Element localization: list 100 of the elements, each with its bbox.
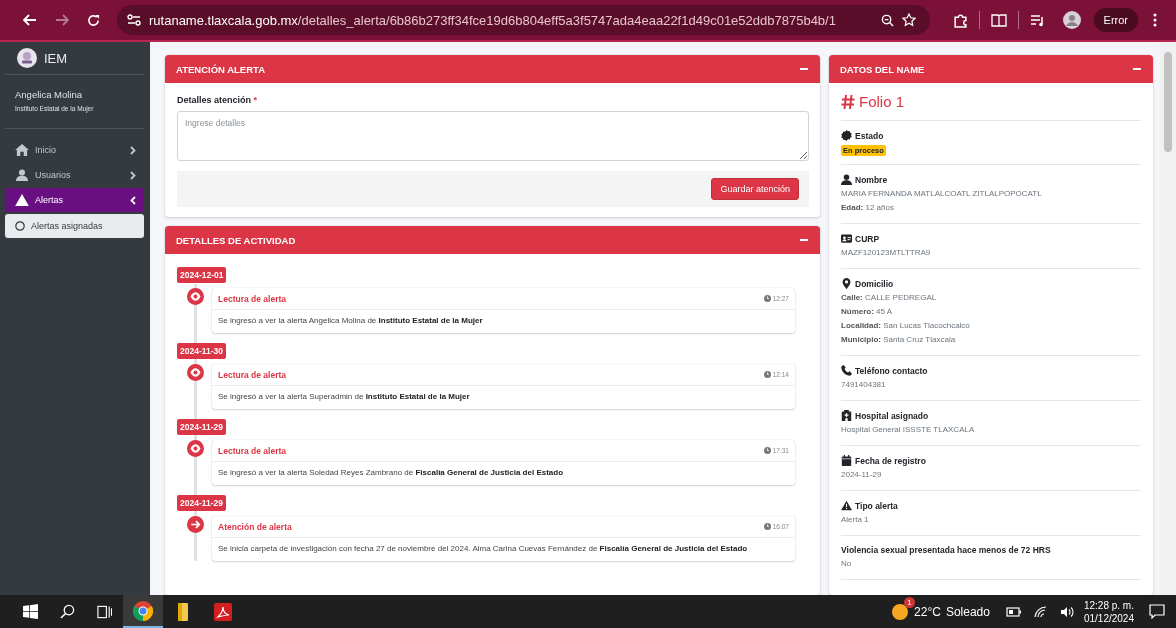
field-value: Número: 45 A [841,306,894,318]
clock-icon [763,447,771,454]
nav-item[interactable]: Usuarios [5,163,144,187]
field-label: Nombre [855,174,888,185]
activity-title: Lectura de alerta [218,293,287,304]
notification-badge: 1 [904,596,916,608]
field-label: Hospital asignado [855,410,929,421]
field-label: Violencia sexual presentada hace menos de 72 HRS [841,545,1051,555]
user-icon [841,174,852,185]
field-value: MAZF120123MTLTTRA9 [841,247,932,259]
card-title: DETALLES DE ACTIVIDAD [176,234,296,246]
eye-icon [187,288,204,305]
field-value: Municipio: Santa Cruz Tlaxcala [841,334,957,346]
field-label: Detalles atención * [177,95,259,105]
windows-icon[interactable] [23,604,38,619]
id-card-icon [841,233,852,244]
folio-title: Folio 1 [859,93,905,110]
calendar-icon [841,455,852,466]
more-icon[interactable] [1153,13,1157,27]
user-name: Angelica Molina [15,89,84,100]
field-value: MARIA FERNANDA MATLALCOATL ZITLALPOPOCATL [841,188,1043,200]
battery-icon[interactable] [1005,606,1022,617]
field-value: Localidad: San Lucas Tlacochcalco [841,320,971,332]
reload-icon[interactable] [87,13,100,27]
clock-icon [763,523,771,530]
playlist-icon[interactable] [1029,13,1045,27]
back-icon[interactable] [23,14,37,26]
logo-icon [17,48,37,68]
activity-title: Lectura de alerta [218,445,287,456]
pdf-icon[interactable] [214,602,232,621]
scrollbar-thumb[interactable] [1164,52,1172,152]
weather-text: Soleado [945,604,990,619]
chevron-right-icon [130,145,136,155]
arrow-right-icon [187,516,204,533]
save-button[interactable]: Guardar atención [711,178,799,200]
field-value: Edad: 12 años [841,202,895,214]
field-value: 2024-11-29 [841,469,883,481]
user-icon [15,169,29,181]
field-value: 7491404381 [841,379,887,391]
clock-date: 01/12/2024 [1083,611,1134,625]
chrome-icon[interactable] [133,600,153,621]
zoom-icon[interactable] [880,13,894,27]
field-label: Tipo alerta [855,500,898,511]
field-label: Estado [855,130,884,141]
phone-icon [841,365,852,376]
clock-icon [763,295,771,302]
card-title: DATOS DEL NAME [840,63,925,75]
eye-icon [187,364,204,381]
folder-icon[interactable] [177,602,189,621]
eye-icon [187,440,204,457]
nav-subitem[interactable]: Alertas asignadas [5,214,144,238]
sun-icon[interactable] [891,602,910,621]
date-label: 2024-11-29 [177,419,226,435]
scrollbar[interactable] [1160,42,1176,595]
warning-icon [841,500,852,511]
nav-item[interactable]: Inicio [5,138,144,162]
avatar-icon[interactable] [1062,11,1081,29]
date-label: 2024-12-01 [177,267,227,283]
temperature: 22°C [914,604,941,619]
search-icon[interactable] [60,604,75,619]
circle-icon [15,221,25,231]
map-pin-icon [841,278,852,289]
activity-title: Atención de alerta [218,521,292,532]
field-value: Calle: CALLE PEDREGAL [841,292,938,304]
warning-icon [15,194,29,206]
badge-icon [841,130,852,141]
hospital-icon [841,410,852,421]
brand-name: IEM [44,50,68,66]
url-text: rutaname.tlaxcala.gob.mx/detalles_alerta/6b86b273ff34fce19d6b804eff5a3f5747ada4eaa22f1d49c01e52ddb7875b4b/1 [149,12,836,28]
clock-icon [763,371,771,378]
address-bar[interactable]: rutaname.tlaxcala.gob.mx/detalles_alerta/6b86b273ff34fce19d6b804eff5a3f5747ada4eaa22f1d49c01e52ddb7875b4b/1 [117,5,930,35]
date-label: 2024-11-29 [177,495,226,511]
puzzle-icon[interactable] [952,12,968,28]
field-value: Hospital General ISSSTE TLAXCALA [841,424,976,436]
profile-error-button[interactable]: Error [1093,8,1138,32]
field-label: Fecha de registro [855,455,926,466]
hash-icon [841,93,855,110]
wifi-icon[interactable] [1033,605,1048,618]
task-view-icon[interactable] [97,604,112,619]
volume-icon[interactable] [1059,605,1074,618]
date-label: 2024-11-30 [177,343,226,359]
activity-text: Se ingresó a ver la alerta Superadmin de Instituto Estatal de la Mujer [217,391,471,403]
activity-title: Lectura de alerta [218,369,287,380]
star-icon[interactable] [901,13,916,27]
card-title: ATENCIÓN ALERTA [176,63,265,75]
chevron-left-icon [130,195,136,205]
field-value: No [841,558,853,570]
activity-text: Se inicia carpeta de investigación con fecha 27 de noviembre del 2024. Alma Carina Cuevas Fernández de Fiscalía General de Justicia del Estado [217,543,749,555]
nav-item[interactable]: Alertas [5,188,144,212]
home-icon [15,144,29,156]
book-icon[interactable] [990,13,1007,27]
notifications-icon[interactable] [1149,604,1165,619]
site-settings-icon[interactable] [127,14,141,26]
activity-text: Se ingresó a ver la alerta Soledad Reyes Zambrano de Fiscalía General de Justicia del Estado [217,467,565,479]
chevron-right-icon [130,170,136,180]
field-label: Domicilio [855,278,894,289]
field-label: Teléfono contacto [855,365,928,376]
field-label: CURP [855,233,880,244]
details-input[interactable]: Ingrese detalles [177,111,809,161]
clock-time: 12:28 p. m. [1083,598,1134,612]
